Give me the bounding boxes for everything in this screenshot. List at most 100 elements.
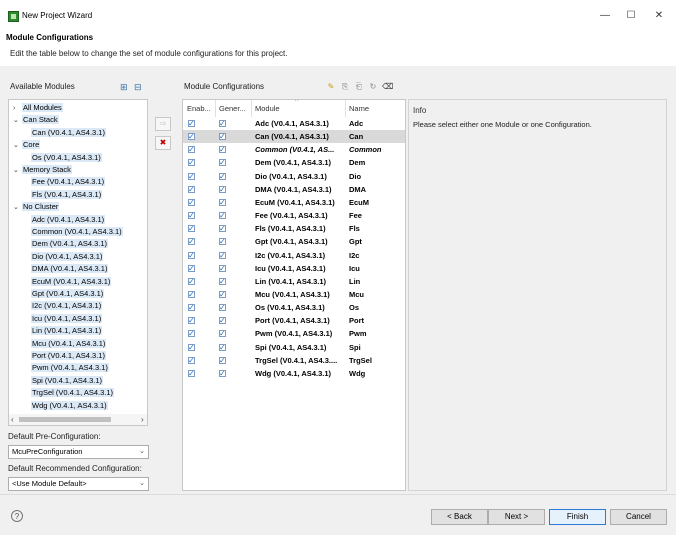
table-row[interactable]: Mcu (V0.4.1, AS4.3.1) Mcu [183,288,405,301]
tree-item[interactable]: Dio (V0.4.1, AS4.3.1) [31,251,104,263]
help-icon[interactable]: ? [11,510,23,522]
enabled-checkbox[interactable] [188,314,195,327]
generate-checkbox[interactable] [219,235,226,248]
table-row[interactable]: DMA (V0.4.1, AS4.3.1) DMA [183,183,405,196]
table-row[interactable]: Icu (V0.4.1, AS4.3.1) Icu [183,262,405,275]
paste-icon[interactable]: ⎗ [354,82,364,92]
tree-item[interactable]: ⌄ Memory Stack [13,164,72,176]
table-row[interactable]: Wdg (V0.4.1, AS4.3.1) Wdg [183,367,405,380]
tree-item[interactable]: EcuM (V0.4.1, AS4.3.1) [31,276,112,288]
table-row[interactable]: Fls (V0.4.1, AS4.3.1) Fls [183,222,405,235]
tree-item[interactable]: ⌄ No Cluster [13,201,60,213]
table-row[interactable]: Port (V0.4.1, AS4.3.1) Port [183,314,405,327]
generate-checkbox[interactable] [219,301,226,314]
tree-item[interactable]: TrgSel (V0.4.1, AS4.3.1) [31,387,115,399]
chevron-icon[interactable]: ⌄ [13,140,22,152]
tree-item[interactable]: Common (V0.4.1, AS4.3.1) [31,226,123,238]
tree-item[interactable]: Fls (V0.4.1, AS4.3.1) [31,189,103,201]
generate-checkbox[interactable] [219,262,226,275]
enabled-checkbox[interactable] [188,288,195,301]
generate-checkbox[interactable] [219,314,226,327]
refresh-icon[interactable]: ↻ [368,82,378,92]
table-row[interactable]: Gpt (V0.4.1, AS4.3.1) Gpt [183,235,405,248]
next-button[interactable]: Next > [488,509,545,525]
enabled-checkbox[interactable] [188,196,195,209]
enabled-checkbox[interactable] [188,143,195,156]
table-row[interactable]: Can (V0.4.1, AS4.3.1) Can [183,130,405,144]
generate-checkbox[interactable] [219,327,226,340]
tree-item[interactable]: Pwm (V0.4.1, AS4.3.1) [31,362,109,374]
tree-item[interactable]: Os (V0.4.1, AS4.3.1) [31,152,102,164]
enabled-checkbox[interactable] [188,367,195,380]
generate-checkbox[interactable] [219,341,226,354]
tree-item[interactable]: Gpt (V0.4.1, AS4.3.1) [31,288,105,300]
enabled-checkbox[interactable] [188,117,195,130]
tree-item[interactable]: I2c (V0.4.1, AS4.3.1) [31,300,103,312]
generate-checkbox[interactable] [219,117,226,130]
enabled-checkbox[interactable] [188,327,195,340]
table-row[interactable]: Adc (V0.4.1, AS4.3.1) Adc [183,117,405,130]
tree-horizontal-scrollbar[interactable] [9,414,147,425]
cancel-button[interactable]: Cancel [610,509,667,525]
generate-checkbox[interactable] [219,183,226,196]
table-row[interactable]: Dio (V0.4.1, AS4.3.1) Dio [183,170,405,183]
table-row[interactable]: Common (V0.4.1, AS... Common [183,143,405,156]
generate-checkbox[interactable] [219,209,226,222]
enabled-checkbox[interactable] [188,183,195,196]
tree-item[interactable]: › All Modules [13,102,63,114]
scrollbar-thumb[interactable] [19,417,111,422]
module-configurations-table[interactable]: Enab... Gener... Module ^ Name Adc (V0.4… [182,99,406,491]
back-button[interactable]: < Back [431,509,488,525]
module-tree[interactable]: › All Modules ⌄ Can Stack Can (V0.4.1, AS4.3… [8,99,148,426]
generate-checkbox[interactable] [219,354,226,367]
generate-checkbox[interactable] [219,170,226,183]
enabled-checkbox[interactable] [188,222,195,235]
table-row[interactable]: Spi (V0.4.1, AS4.3.1) Spi [183,341,405,354]
table-row[interactable]: Os (V0.4.1, AS4.3.1) Os [183,301,405,314]
column-header-generated[interactable]: Gener... [219,104,246,113]
table-row[interactable]: Fee (V0.4.1, AS4.3.1) Fee [183,209,405,222]
tree-item[interactable]: Wdg (V0.4.1, AS4.3.1) [31,400,108,412]
tree-item[interactable]: Lin (V0.4.1, AS4.3.1) [31,325,103,337]
enabled-checkbox[interactable] [188,209,195,222]
enabled-checkbox[interactable] [188,170,195,183]
generate-checkbox[interactable] [219,143,226,156]
tree-item[interactable]: Fee (V0.4.1, AS4.3.1) [31,176,106,188]
enabled-checkbox[interactable] [188,354,195,367]
generate-checkbox[interactable] [219,367,226,380]
add-module-button[interactable]: ⇨ [155,117,171,131]
clear-icon[interactable]: ⌫ [382,82,393,92]
table-row[interactable]: EcuM (V0.4.1, AS4.3.1) EcuM [183,196,405,209]
generate-checkbox[interactable] [219,156,226,169]
enabled-checkbox[interactable] [188,275,195,288]
tree-item[interactable]: Mcu (V0.4.1, AS4.3.1) [31,338,107,350]
scroll-right-icon[interactable]: › [141,415,144,424]
enabled-checkbox[interactable] [188,262,195,275]
tree-item[interactable]: ⌄ Core [13,139,41,152]
enabled-checkbox[interactable] [188,301,195,314]
scroll-left-icon[interactable]: ‹ [11,415,14,424]
enabled-checkbox[interactable] [188,341,195,354]
tree-item[interactable]: Port (V0.4.1, AS4.3.1) [31,350,106,362]
expand-all-icon[interactable]: ⊞ [120,82,128,93]
table-row[interactable]: Dem (V0.4.1, AS4.3.1) Dem [183,156,405,169]
table-row[interactable]: I2c (V0.4.1, AS4.3.1) I2c [183,249,405,262]
close-button[interactable]: ✕ [648,7,670,25]
default-pre-configuration-select[interactable]: McuPreConfiguration ⌄ [8,445,149,459]
copy-icon[interactable]: ⎘ [340,82,350,92]
collapse-all-icon[interactable]: ⊟ [134,82,142,93]
table-row[interactable]: Pwm (V0.4.1, AS4.3.1) Pwm [183,327,405,340]
tree-item[interactable]: Can (V0.4.1, AS4.3.1) [31,127,106,139]
tree-item[interactable]: Dem (V0.4.1, AS4.3.1) [31,238,109,250]
tree-item[interactable]: ⌄ Can Stack [13,114,59,126]
generate-checkbox[interactable] [219,130,226,143]
tree-item[interactable]: DMA (V0.4.1, AS4.3.1) [31,263,109,275]
tree-item[interactable]: Icu (V0.4.1, AS4.3.1) [31,313,103,325]
minimize-button[interactable]: — [594,7,616,25]
wand-icon[interactable]: ✎ [326,82,336,92]
remove-configuration-button[interactable]: ✖ [155,136,171,150]
column-header-name[interactable]: Name [349,104,369,113]
table-row[interactable]: Lin (V0.4.1, AS4.3.1) Lin [183,275,405,288]
tree-item[interactable]: Adc (V0.4.1, AS4.3.1) [31,214,106,226]
generate-checkbox[interactable] [219,196,226,209]
